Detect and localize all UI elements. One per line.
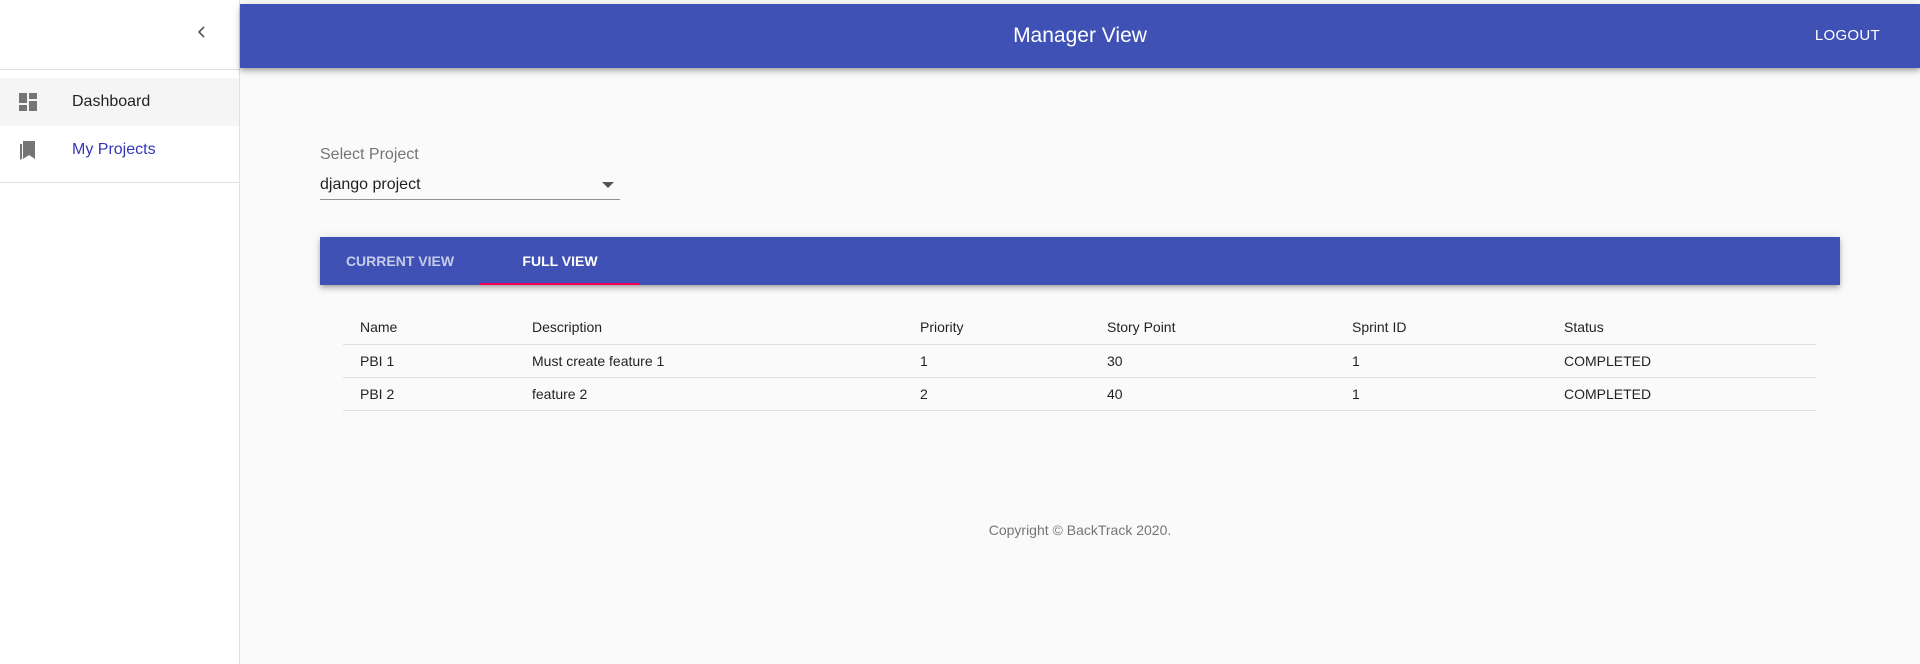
sidebar-item-label: My Projects bbox=[72, 141, 156, 158]
sidebar-header bbox=[0, 0, 239, 70]
project-select-dropdown[interactable]: django project bbox=[320, 170, 620, 200]
project-select-value: django project bbox=[320, 175, 421, 193]
tab-full-view[interactable]: FULL VIEW bbox=[480, 237, 640, 285]
table-row[interactable]: PBI 1 Must create feature 1 1 30 1 COMPL… bbox=[343, 344, 1816, 378]
dashboard-icon bbox=[18, 92, 38, 112]
sidebar-item-dashboard[interactable]: Dashboard bbox=[0, 78, 239, 126]
column-header-status: Status bbox=[1547, 310, 1816, 345]
logout-button[interactable]: LOGOUT bbox=[1807, 18, 1888, 54]
chevron-left-icon bbox=[195, 25, 209, 44]
cell-story-point: 40 bbox=[1090, 377, 1335, 411]
cell-story-point: 30 bbox=[1090, 344, 1335, 378]
sidebar-collapse-button[interactable] bbox=[187, 20, 217, 50]
cell-status: COMPLETED bbox=[1547, 377, 1816, 411]
cell-sprint-id: 1 bbox=[1335, 377, 1547, 411]
sidebar-item-label: Dashboard bbox=[72, 93, 151, 110]
cell-sprint-id: 1 bbox=[1335, 344, 1547, 378]
sidebar: Dashboard My Projects bbox=[0, 0, 240, 664]
table-header-row: Name Description Priority Story Point Sp… bbox=[343, 310, 1816, 345]
copyright-text: Copyright © BackTrack 2020. bbox=[988, 522, 1172, 538]
cell-name: PBI 1 bbox=[343, 344, 515, 378]
cell-priority: 1 bbox=[903, 344, 1090, 378]
arrow-drop-down-icon bbox=[596, 173, 620, 197]
project-select: Select Project django project bbox=[320, 146, 620, 200]
sidebar-nav: Dashboard My Projects bbox=[0, 70, 239, 183]
page-title: Manager View bbox=[1013, 24, 1147, 47]
tab-current-view[interactable]: CURRENT VIEW bbox=[320, 237, 480, 285]
tab-indicator bbox=[480, 283, 640, 285]
column-header-sprint-id: Sprint ID bbox=[1335, 310, 1547, 345]
column-header-priority: Priority bbox=[903, 310, 1090, 345]
app-root: Dashboard My Projects Manager View LOGOU… bbox=[0, 0, 1920, 664]
cell-description: feature 2 bbox=[515, 377, 903, 411]
cell-status: COMPLETED bbox=[1547, 344, 1816, 378]
view-tabs: CURRENT VIEW FULL VIEW bbox=[320, 237, 1840, 285]
column-header-description: Description bbox=[515, 310, 903, 345]
cell-description: Must create feature 1 bbox=[515, 344, 903, 378]
cell-priority: 2 bbox=[903, 377, 1090, 411]
table-row[interactable]: PBI 2 feature 2 2 40 1 COMPLETED bbox=[343, 377, 1816, 411]
app-bar: Manager View LOGOUT bbox=[240, 4, 1920, 68]
project-select-label: Select Project bbox=[320, 146, 419, 163]
cell-name: PBI 2 bbox=[343, 377, 515, 411]
backlog-table: Name Description Priority Story Point Sp… bbox=[343, 310, 1816, 411]
column-header-name: Name bbox=[343, 310, 515, 345]
sidebar-item-my-projects[interactable]: My Projects bbox=[0, 126, 239, 174]
column-header-story-point: Story Point bbox=[1090, 310, 1335, 345]
bookmarks-icon bbox=[18, 140, 38, 160]
